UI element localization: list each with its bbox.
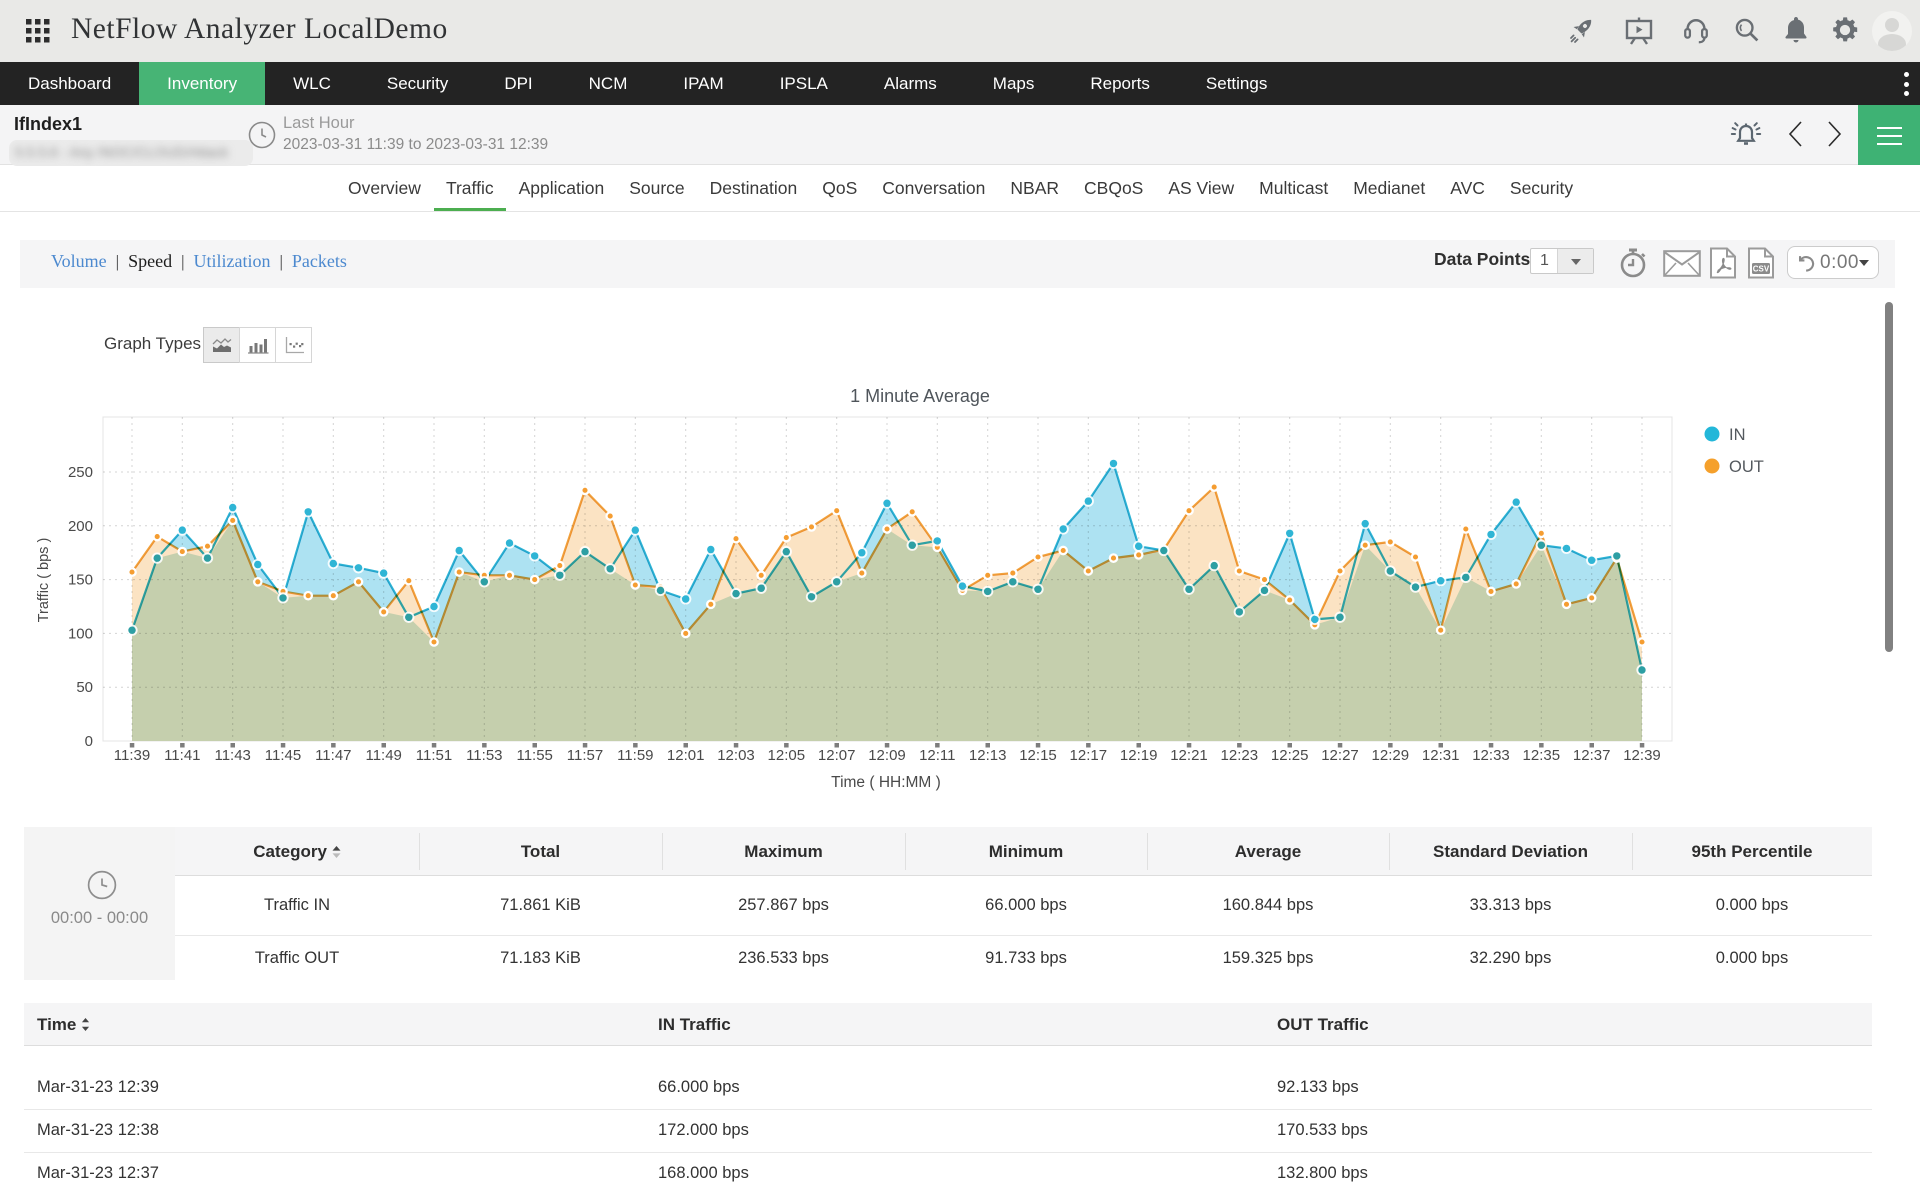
svg-text:Time ( HH:MM ): Time ( HH:MM )	[831, 774, 941, 791]
svg-text:12:39: 12:39	[1623, 747, 1661, 764]
svg-text:OUT: OUT	[1729, 458, 1764, 476]
svg-text:150: 150	[68, 572, 93, 589]
svg-text:11:45: 11:45	[265, 747, 301, 764]
svg-text:11:39: 11:39	[114, 747, 150, 764]
svg-text:12:13: 12:13	[969, 747, 1007, 764]
svg-text:12:09: 12:09	[868, 747, 906, 764]
svg-text:11:51: 11:51	[416, 747, 452, 764]
svg-text:250: 250	[68, 464, 93, 481]
svg-text:11:49: 11:49	[365, 747, 401, 764]
svg-text:11:57: 11:57	[567, 747, 603, 764]
svg-text:11:59: 11:59	[617, 747, 653, 764]
svg-text:12:11: 12:11	[919, 747, 955, 764]
svg-text:12:33: 12:33	[1472, 747, 1510, 764]
svg-text:12:15: 12:15	[1019, 747, 1057, 764]
svg-text:11:41: 11:41	[164, 747, 200, 764]
svg-text:12:03: 12:03	[717, 747, 755, 764]
svg-text:12:29: 12:29	[1372, 747, 1410, 764]
svg-text:12:31: 12:31	[1422, 747, 1460, 764]
svg-text:11:43: 11:43	[214, 747, 250, 764]
svg-text:11:53: 11:53	[466, 747, 502, 764]
svg-text:12:25: 12:25	[1271, 747, 1309, 764]
svg-text:12:27: 12:27	[1321, 747, 1359, 764]
svg-text:50: 50	[76, 679, 93, 696]
svg-text:12:07: 12:07	[818, 747, 856, 764]
svg-text:11:55: 11:55	[516, 747, 552, 764]
svg-text:12:17: 12:17	[1070, 747, 1108, 764]
svg-text:0: 0	[85, 733, 93, 750]
svg-text:100: 100	[68, 625, 93, 642]
svg-text:11:47: 11:47	[315, 747, 351, 764]
svg-text:12:21: 12:21	[1170, 747, 1208, 764]
svg-text:12:01: 12:01	[667, 747, 705, 764]
svg-text:Traffic ( bps ): Traffic ( bps )	[36, 538, 52, 623]
svg-text:12:35: 12:35	[1523, 747, 1561, 764]
svg-text:12:23: 12:23	[1221, 747, 1259, 764]
svg-text:12:05: 12:05	[768, 747, 806, 764]
svg-text:12:37: 12:37	[1573, 747, 1611, 764]
svg-text:1 Minute Average: 1 Minute Average	[850, 386, 990, 406]
svg-text:200: 200	[68, 518, 93, 535]
svg-text:IN: IN	[1729, 426, 1746, 444]
svg-text:12:19: 12:19	[1120, 747, 1158, 764]
